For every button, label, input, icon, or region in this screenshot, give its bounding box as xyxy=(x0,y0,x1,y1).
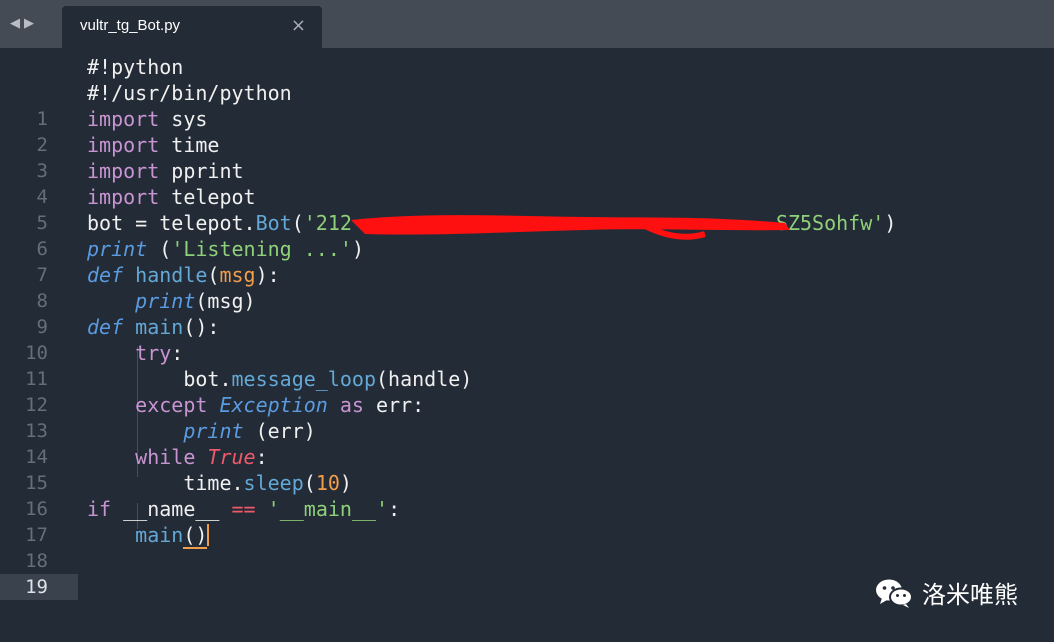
gutter: 19 xyxy=(0,574,78,600)
code-text: if __name__ == '__main__': xyxy=(87,497,401,521)
code-line: 13 bot.message_loop(handle) xyxy=(0,366,1054,442)
code-line: 16 while True: xyxy=(0,444,1054,520)
code-line: 8 print ('Listening ...') xyxy=(0,236,1054,312)
code-editor[interactable]: 1 #!python 2 #!/usr/bin/python 3 import … xyxy=(0,48,1054,642)
code-text: except Exception as err: xyxy=(135,393,425,417)
code-line: 5 import pprint xyxy=(0,158,1054,234)
code-text: print (err) xyxy=(183,419,316,443)
code-line: 11 def main(): xyxy=(0,314,1054,390)
tab-title: vultr_tg_Bot.py xyxy=(80,17,181,34)
code-text: #!/usr/bin/python xyxy=(87,81,292,105)
code-line: 14 except Exception as err: xyxy=(0,392,1054,468)
code-text: import pprint xyxy=(87,159,244,183)
line-number: 19 xyxy=(25,576,48,598)
text-cursor xyxy=(207,524,210,546)
tab-vultr-tg-bot[interactable]: vultr_tg_Bot.py × xyxy=(62,6,322,48)
code-text: while True: xyxy=(135,445,268,469)
code-line: 18 if __name__ == '__main__': xyxy=(0,496,1054,572)
wechat-icon xyxy=(876,579,913,608)
code-line: 17 time.sleep(10) xyxy=(0,470,1054,546)
code-text: def main(): xyxy=(87,315,220,339)
code-line: 12 try: xyxy=(0,340,1054,416)
code-text: import sys xyxy=(87,107,208,131)
code-text: import telepot xyxy=(87,185,256,209)
watermark-text: 洛米唯熊 xyxy=(922,581,1018,609)
code-text: try: xyxy=(135,341,184,365)
code-line: 1 #!python xyxy=(0,54,1054,130)
code-text: import time xyxy=(87,133,220,157)
code-line: 15 print (err) xyxy=(0,418,1054,494)
code-line: 4 import time xyxy=(0,132,1054,208)
code-line: 3 import sys xyxy=(0,106,1054,182)
code-text: print(msg) xyxy=(135,289,256,313)
tab-bar: ◀ ▶ vultr_tg_Bot.py × xyxy=(0,0,1054,48)
code-line: 10 print(msg) xyxy=(0,288,1054,364)
code-text: def handle(msg): xyxy=(87,263,280,287)
code-line: 9 def handle(msg): xyxy=(0,262,1054,338)
code-line-current: 19 main() xyxy=(0,522,1054,600)
code-text: time.sleep(10) xyxy=(183,471,352,495)
code-text: main() xyxy=(135,523,210,549)
code-line: 2 #!/usr/bin/python xyxy=(0,80,1054,156)
close-icon[interactable]: × xyxy=(291,16,306,36)
forward-arrow-icon[interactable]: ▶ xyxy=(24,14,34,34)
tab-nav-arrows: ◀ ▶ xyxy=(10,14,34,34)
code-text: print ('Listening ...') xyxy=(87,237,364,261)
watermark: 洛米唯熊 xyxy=(874,575,1018,610)
code-text: bot.message_loop(handle) xyxy=(183,367,473,391)
back-arrow-icon[interactable]: ◀ xyxy=(10,14,20,34)
code-text: #!python xyxy=(87,55,184,79)
